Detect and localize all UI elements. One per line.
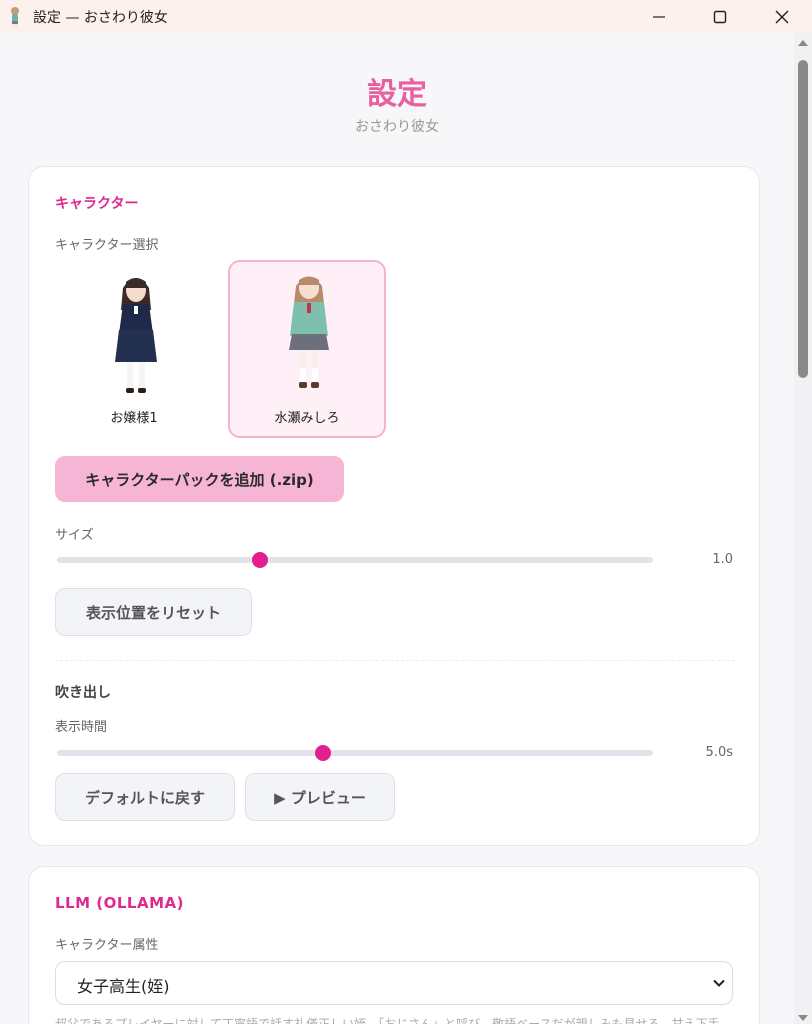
attribute-description: 叔父であるプレイヤーに対して丁寧語で話す礼儀正しい姪。「おじさん」と呼び、敬語ベ… [55, 1017, 720, 1024]
vertical-scrollbar[interactable] [794, 33, 812, 1024]
scroll-down-icon[interactable] [797, 1012, 809, 1024]
character-name: お嬢様1 [110, 411, 158, 426]
maximize-icon [713, 10, 727, 23]
title-bar: 設定 — おさわり彼女 [0, 0, 812, 33]
settings-content: 設定 おさわり彼女 キャラクター キャラクター選択 お嬢様1 水瀬みしろ キャラ… [0, 33, 794, 1024]
character-select-label: キャラクター選択 [55, 238, 159, 253]
reset-position-button[interactable]: 表示位置をリセット [55, 588, 252, 636]
page-subtitle: おさわり彼女 [355, 119, 439, 135]
character-section-title: キャラクター [55, 196, 139, 212]
close-button[interactable] [759, 0, 805, 33]
window-title: 設定 — おさわり彼女 [33, 9, 168, 26]
size-value: 1.0 [712, 552, 733, 567]
reset-default-button[interactable]: デフォルトに戻す [55, 773, 235, 821]
minimize-icon [653, 15, 665, 18]
scroll-up-icon[interactable] [797, 37, 809, 49]
attribute-select[interactable]: 女子高生(姪) [55, 961, 733, 1005]
character-minase-mishiro-image [289, 276, 329, 388]
display-time-label: 表示時間 [55, 720, 108, 735]
attribute-select-value: 女子高生(姪) [77, 977, 170, 996]
character-card: キャラクター キャラクター選択 お嬢様1 水瀬みしろ キャラクターパックを追加 … [28, 166, 760, 846]
add-character-pack-button[interactable]: キャラクターパックを追加 (.zip) [55, 456, 344, 502]
character-ojousama-image [115, 278, 157, 393]
attribute-label: キャラクター属性 [55, 938, 159, 953]
llm-section-title: LLM (OLLAMA) [55, 894, 184, 912]
girl-character-icon [7, 6, 23, 28]
display-time-value: 5.0s [705, 745, 733, 760]
character-option-minase-mishiro[interactable]: 水瀬みしろ [228, 260, 386, 438]
close-icon [775, 10, 789, 23]
maximize-button[interactable] [697, 0, 743, 33]
section-divider [55, 660, 735, 661]
page-title: 設定 [367, 77, 427, 112]
display-time-slider[interactable] [57, 745, 653, 761]
bubble-section-title: 吹き出し [55, 685, 111, 701]
size-label: サイズ [55, 528, 94, 543]
llm-card: LLM (OLLAMA) キャラクター属性 女子高生(姪) 叔父であるプレイヤー… [28, 866, 760, 1024]
character-name: 水瀬みしろ [274, 411, 340, 426]
display-time-slider-thumb[interactable] [315, 745, 332, 761]
size-slider[interactable] [57, 552, 653, 568]
character-option-ojousama[interactable]: お嬢様1 [55, 260, 213, 438]
minimize-button[interactable] [636, 0, 682, 33]
size-slider-thumb[interactable] [251, 552, 268, 568]
chevron-down-icon [713, 979, 725, 987]
scrollbar-thumb[interactable] [798, 60, 808, 378]
preview-button[interactable]: ▶ プレビュー [245, 773, 395, 821]
